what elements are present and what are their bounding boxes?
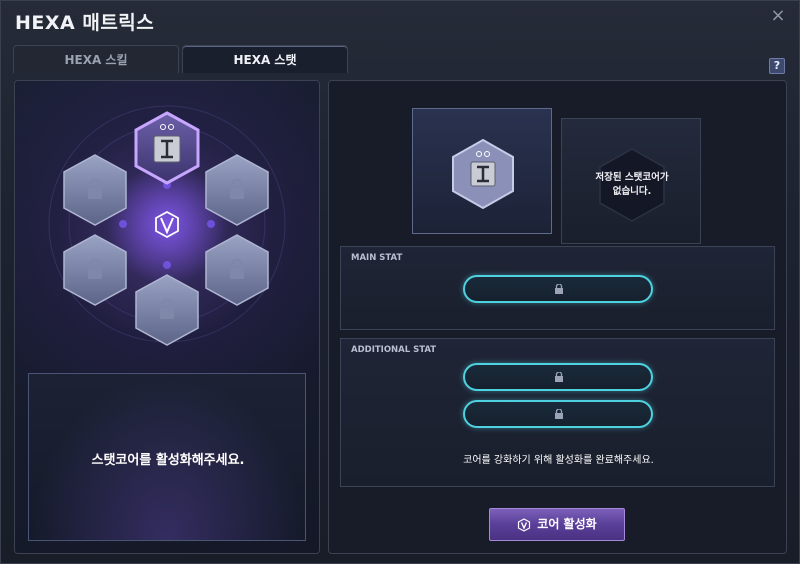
hexa-v-icon: [518, 517, 531, 532]
lock-icon: [555, 409, 563, 419]
tab-hexa-skill[interactable]: HEXA 스킬: [13, 45, 179, 73]
activation-hint: 코어를 강화하기 위해 활성화를 완료해주세요.: [463, 455, 654, 466]
additional-stat-label: ADDITIONAL STAT: [351, 345, 437, 355]
activate-core-button[interactable]: 코어 활성화: [489, 508, 625, 541]
additional-stat-slot-1[interactable]: [463, 363, 653, 391]
main-stat-label: MAIN STAT: [351, 253, 403, 263]
activation-message-box: 스탯코어를 활성화해주세요.: [28, 373, 306, 541]
close-button[interactable]: ×: [769, 7, 787, 25]
title-bar: HEXA 매트릭스 ×: [1, 1, 800, 41]
hex-core-graph: [48, 105, 286, 346]
main-stat-slot[interactable]: [463, 275, 653, 303]
stat-core-icon: [452, 138, 514, 210]
stat-detail-panel: 저장된 스탯코어가 없습니다. MAIN STAT ADDITIONAL STA…: [328, 80, 787, 554]
selected-core-frame: [412, 108, 552, 234]
help-button[interactable]: ?: [769, 58, 785, 74]
additional-stat-box: ADDITIONAL STAT 코어를 강화하기 위해 활성화를 완료해주세요.: [340, 338, 775, 487]
saved-core-empty-text: 저장된 스탯코어가 없습니다.: [595, 172, 669, 197]
tab-hexa-stat[interactable]: HEXA 스탯: [182, 45, 348, 73]
lock-icon: [555, 284, 563, 294]
additional-stat-slot-2[interactable]: [463, 400, 653, 428]
core-grid-panel: 스탯코어를 활성화해주세요.: [14, 80, 320, 554]
main-stat-box: MAIN STAT: [340, 246, 775, 330]
core-slot-bottom[interactable]: [135, 274, 199, 346]
saved-core-frame: 저장된 스탯코어가 없습니다.: [561, 118, 701, 244]
core-slot-top[interactable]: [134, 111, 200, 185]
window-title: HEXA 매트릭스: [15, 12, 155, 34]
activate-core-label: 코어 활성화: [537, 517, 597, 531]
hexa-matrix-window: HEXA 매트릭스 × HEXA 스킬 HEXA 스탯 ? 스탯코어를 활성화해…: [0, 0, 800, 564]
activation-message: 스탯코어를 활성화해주세요.: [91, 453, 245, 468]
lock-icon: [555, 372, 563, 382]
